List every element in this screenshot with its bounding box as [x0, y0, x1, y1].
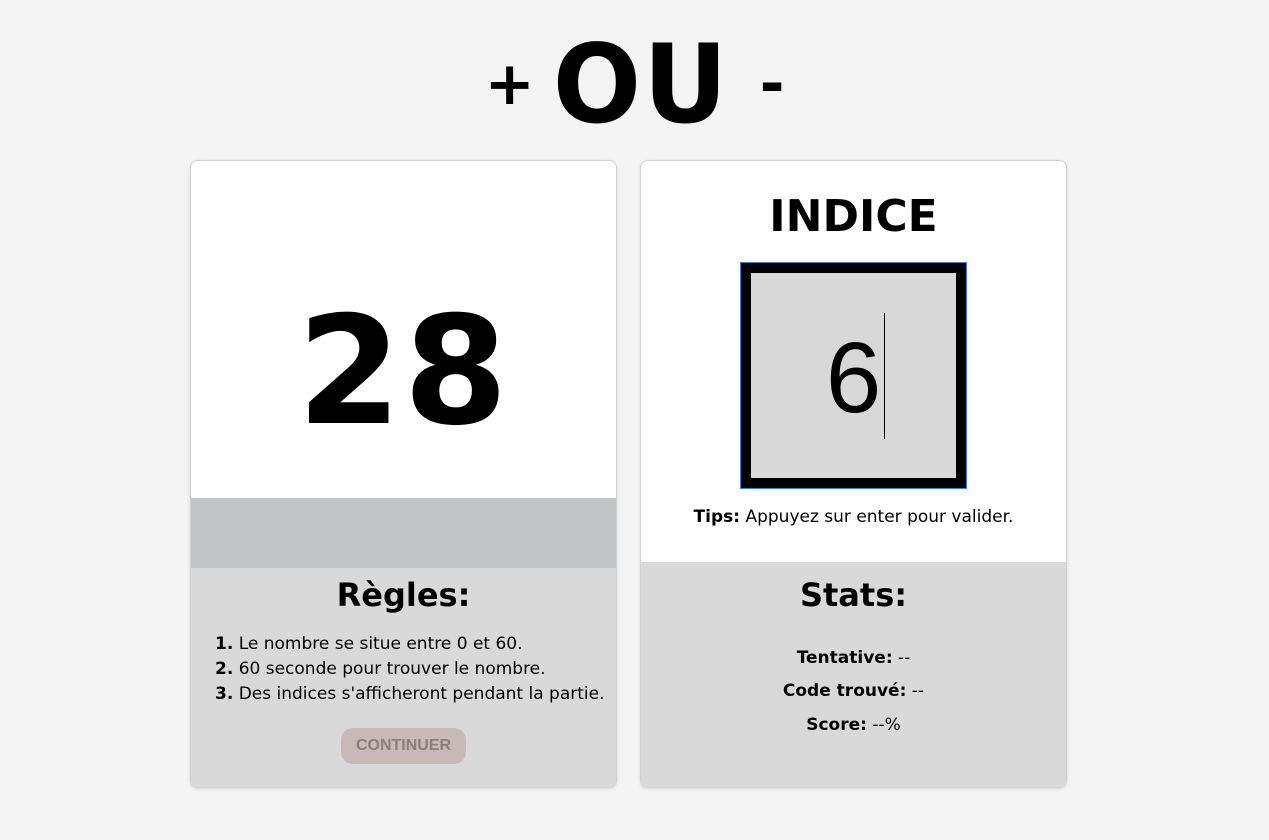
- title-ou: OU: [552, 19, 730, 148]
- target-number: 28: [297, 285, 510, 459]
- tips-message: Appuyez sur enter pour valider.: [745, 507, 1014, 527]
- stats-title: Stats:: [799, 576, 908, 614]
- tips-text: Tips: Appuyez sur enter pour valider.: [641, 505, 1066, 529]
- rule-number: 3.: [215, 684, 234, 704]
- game-card: 28 Règles: 1. Le nombre se situe entre 0…: [190, 160, 617, 788]
- stat-score-value: --%: [872, 715, 901, 735]
- rule-text: 60 seconde pour trouver le nombre.: [238, 659, 546, 679]
- number-display: 28: [191, 161, 616, 498]
- feedback-bar: [191, 498, 616, 568]
- rule-item: 2. 60 seconde pour trouver le nombre.: [215, 657, 605, 682]
- rule-item: 1. Le nombre se situe entre 0 et 60.: [215, 632, 605, 657]
- hint-title: INDICE: [769, 191, 938, 242]
- game-title: + OU -: [0, 26, 1269, 142]
- stat-score-label: Score:: [806, 715, 867, 735]
- guess-input-value[interactable]: 6: [751, 323, 956, 433]
- title-plus: +: [484, 48, 535, 119]
- hint-panel: INDICE 6 Tips: Appuyez sur enter pour va…: [641, 161, 1066, 562]
- rule-text: Des indices s'afficheront pendant la par…: [238, 684, 605, 704]
- title-minus: -: [759, 48, 785, 119]
- guess-input[interactable]: 6: [740, 262, 967, 489]
- stats-panel: Stats: Tentative: -- Code trouvé: -- Sco…: [641, 562, 1066, 787]
- rule-text: Le nombre se situe entre 0 et 60.: [238, 634, 523, 654]
- rule-number: 2.: [215, 659, 234, 679]
- stat-code-label: Code trouvé:: [782, 681, 907, 701]
- continue-button[interactable]: CONTINUER: [341, 728, 466, 764]
- stat-attempt-value: --: [898, 648, 911, 668]
- rule-item: 3. Des indices s'afficheront pendant la …: [215, 682, 605, 707]
- rule-number: 1.: [215, 634, 234, 654]
- stat-attempt: Tentative: --: [641, 646, 1066, 670]
- hint-card: INDICE 6 Tips: Appuyez sur enter pour va…: [640, 160, 1067, 788]
- tips-label: Tips:: [693, 507, 741, 527]
- stat-code-found: Code trouvé: --: [641, 679, 1066, 703]
- rules-title: Règles:: [336, 576, 471, 614]
- stat-score: Score: --%: [641, 713, 1066, 737]
- stat-code-value: --: [911, 681, 925, 701]
- rules-list: 1. Le nombre se situe entre 0 et 60. 2. …: [215, 632, 605, 707]
- rules-panel: Règles: 1. Le nombre se situe entre 0 et…: [191, 568, 616, 787]
- text-caret: [884, 313, 885, 439]
- stat-attempt-label: Tentative:: [796, 648, 893, 668]
